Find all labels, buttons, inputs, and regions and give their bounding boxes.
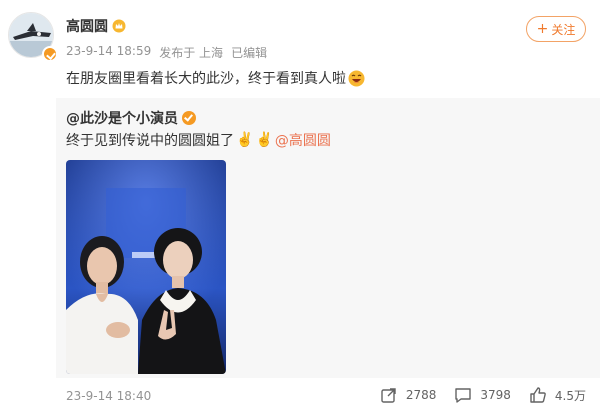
author-avatar[interactable]	[8, 12, 58, 62]
verified-badge-icon	[182, 111, 196, 125]
like-button[interactable]: 4.5万	[529, 386, 586, 404]
repost-text: 终于见到传说中的圆圆姐了 ✌️ ✌️ @高圆圆	[66, 130, 331, 150]
repost-count: 2788	[405, 388, 437, 402]
post-author[interactable]: 高圆圆	[66, 16, 126, 36]
comment-button[interactable]: 3798	[454, 386, 511, 404]
weibo-post: 高圆圆 23-9-14 18:59 发布于 上海 已编辑 + 关注 在朋友圈里看…	[0, 0, 600, 418]
share-icon	[381, 388, 396, 403]
post-text: 在朋友圈里看着长大的此沙，终于看到真人啦	[66, 68, 365, 88]
follow-label: 关注	[551, 22, 576, 37]
plus-icon: +	[536, 21, 549, 37]
like-count: 4.5万	[554, 388, 586, 403]
follow-button[interactable]: + 关注	[526, 16, 586, 42]
repost-author[interactable]: @此沙是个小演员	[66, 108, 196, 128]
post-text-content: 在朋友圈里看着长大的此沙，终于看到真人啦	[66, 71, 346, 87]
comment-count: 3798	[480, 388, 511, 402]
post-location: 发布于 上海	[159, 46, 224, 60]
thumbs-up-icon	[530, 387, 546, 403]
laugh-emoji-icon	[348, 70, 365, 86]
repost-text-content: 终于见到传说中的圆圆姐了	[66, 133, 234, 149]
author-name[interactable]: 高圆圆	[66, 16, 108, 36]
victory-hand-icon: ✌️	[236, 132, 254, 148]
post-time[interactable]: 23-9-14 18:59	[66, 44, 151, 61]
action-bar: 2788 3798 4.5万	[380, 386, 586, 404]
comment-icon	[455, 388, 472, 403]
victory-hand-icon: ✌️	[255, 132, 273, 148]
edited-label[interactable]: 已编辑	[231, 44, 267, 61]
crown-icon	[112, 19, 126, 33]
mention-link[interactable]: @高圆圆	[275, 130, 331, 150]
repost-photo[interactable]	[66, 160, 226, 374]
repost-card[interactable]: @此沙是个小演员 终于见到传说中的圆圆姐了 ✌️ ✌️ @高圆圆	[56, 98, 600, 378]
post-meta: 23-9-14 18:59 发布于 上海 已编辑	[66, 44, 267, 61]
verified-badge-icon	[42, 46, 58, 62]
repost-button[interactable]: 2788	[380, 386, 437, 404]
repost-author-name[interactable]: @此沙是个小演员	[66, 108, 178, 128]
repost-time[interactable]: 23-9-14 18:40	[66, 389, 151, 403]
